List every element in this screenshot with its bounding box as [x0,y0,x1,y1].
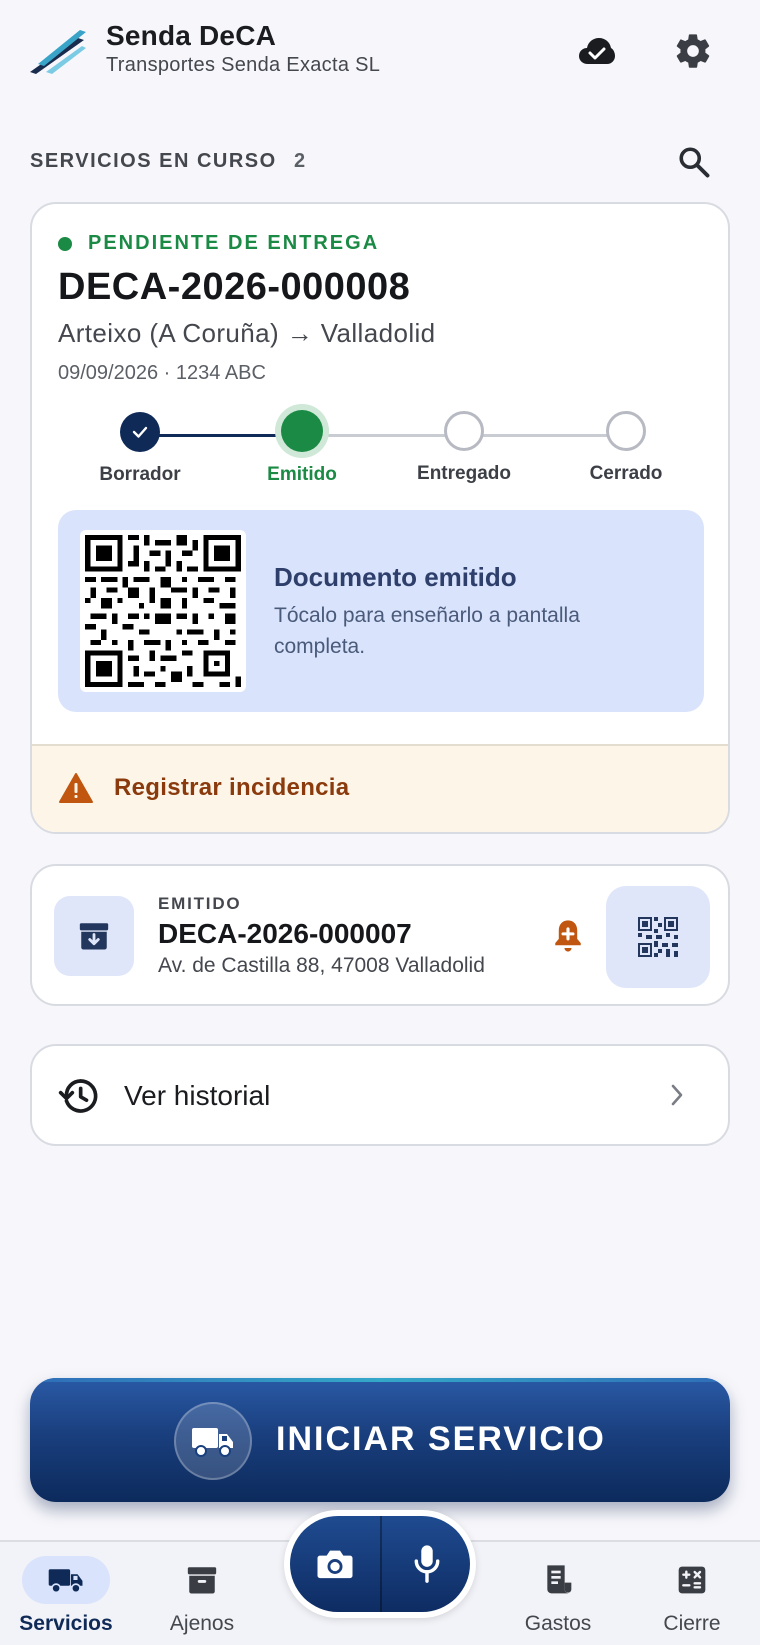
step-entregado: Entregado [399,410,529,485]
truck-icon [48,1569,83,1594]
camera-button[interactable] [290,1516,380,1612]
nav-label: Cierre [663,1612,721,1635]
nav-item-servicios[interactable]: Servicios [6,1556,126,1636]
warning-icon [58,772,94,804]
nav-pill [648,1556,736,1604]
nav-pill [514,1556,602,1604]
show-qr-button[interactable] [606,886,710,988]
company-name: Transportes Senda Exacta SL [106,54,381,76]
chevron-right-icon [668,1082,686,1108]
issued-document-hint: Tócalo para enseñarlo a pantalla complet… [274,604,580,658]
receipt-icon [547,1565,572,1594]
step-label: Emitido [267,464,337,485]
gear-icon [676,34,710,68]
section-title: SERVICIOS EN CURSO [30,150,277,172]
step-borrador: Borrador [75,410,205,486]
step-active-circle [281,410,323,452]
view-history-button[interactable]: Ver historial [30,1044,730,1146]
nav-label: Gastos [524,1612,592,1635]
bell-plus-icon [555,920,581,952]
check-icon [132,426,148,438]
nav-label: Servicios [19,1612,113,1635]
issued-document-box[interactable]: Documento emitido Tócalo para enseñarlo … [58,510,704,712]
settings-button[interactable] [668,26,718,76]
step-label: Entregado [417,463,511,484]
nav-pill [158,1556,246,1604]
start-service-label: INICIAR SERVICIO [276,1420,606,1458]
status-dot [58,237,72,251]
service-address: Av. de Castilla 88, 47008 Valladolid [158,954,485,977]
qr-code-icon [638,917,678,957]
add-alert-button[interactable] [546,914,590,958]
step-label: Cerrado [589,463,663,484]
microphone-button[interactable] [382,1516,470,1612]
service-date-plate: 09/09/2026 · 1234 ABC [58,362,266,384]
service-card-secondary[interactable]: EMITIDO DECA-2026-000007 Av. de Castilla… [30,864,730,1006]
capture-fab [290,1516,470,1612]
nav-pill [22,1556,110,1604]
service-document-id: DECA-2026-000008 [58,266,411,308]
truck-icon [192,1428,233,1457]
current-service-card[interactable]: PENDIENTE DE ENTREGA DECA-2026-000008 Ar… [30,202,730,834]
search-icon [679,147,710,178]
qr-code[interactable] [80,530,246,692]
app-header: Senda DeCA Transportes Senda Exacta SL [0,0,760,100]
step-label: Borrador [99,464,181,485]
calculator-icon [678,1566,706,1594]
microphone-icon [414,1545,440,1583]
cloud-done-icon [579,38,615,64]
view-history-label: Ver historial [124,1080,271,1111]
step-emitido: Emitido [237,410,367,486]
step-todo-circle [606,411,646,451]
search-button[interactable] [670,138,718,186]
start-service-button[interactable]: INICIAR SERVICIO [30,1378,730,1502]
qr-code-icon [85,535,241,687]
archive-tile [54,896,134,976]
app-title: Senda DeCA [106,20,277,51]
progress-stepper: Borrador Emitido Entregado Cerrado [32,410,728,490]
section-count: 2 [294,150,306,172]
nav-item-gastos[interactable]: Gastos [498,1556,618,1636]
app-logo [28,26,90,78]
report-incident-button[interactable]: Registrar incidencia [32,744,728,832]
step-todo-circle [444,411,484,451]
capture-fab-group [284,1510,476,1618]
service-route: Arteixo (A Coruña) → Valladolid [58,318,436,348]
history-icon [58,1076,100,1116]
service-status: EMITIDO [158,894,242,913]
archive-icon [187,1567,217,1594]
issued-document-title: Documento emitido [274,562,517,592]
nav-item-ajenos[interactable]: Ajenos [142,1556,262,1636]
report-incident-label: Registrar incidencia [114,774,350,801]
step-done-circle [120,412,160,452]
service-status: PENDIENTE DE ENTREGA [88,232,380,254]
camera-icon [317,1550,353,1579]
service-document-id: DECA-2026-000007 [158,918,412,949]
cloud-sync-button[interactable] [574,28,620,74]
archive-icon [79,923,109,950]
cta-accent-line [30,1378,730,1382]
nav-item-cierre[interactable]: Cierre [632,1556,752,1636]
step-cerrado: Cerrado [561,410,691,485]
truck-icon-badge [174,1402,252,1480]
nav-label: Ajenos [169,1612,235,1635]
